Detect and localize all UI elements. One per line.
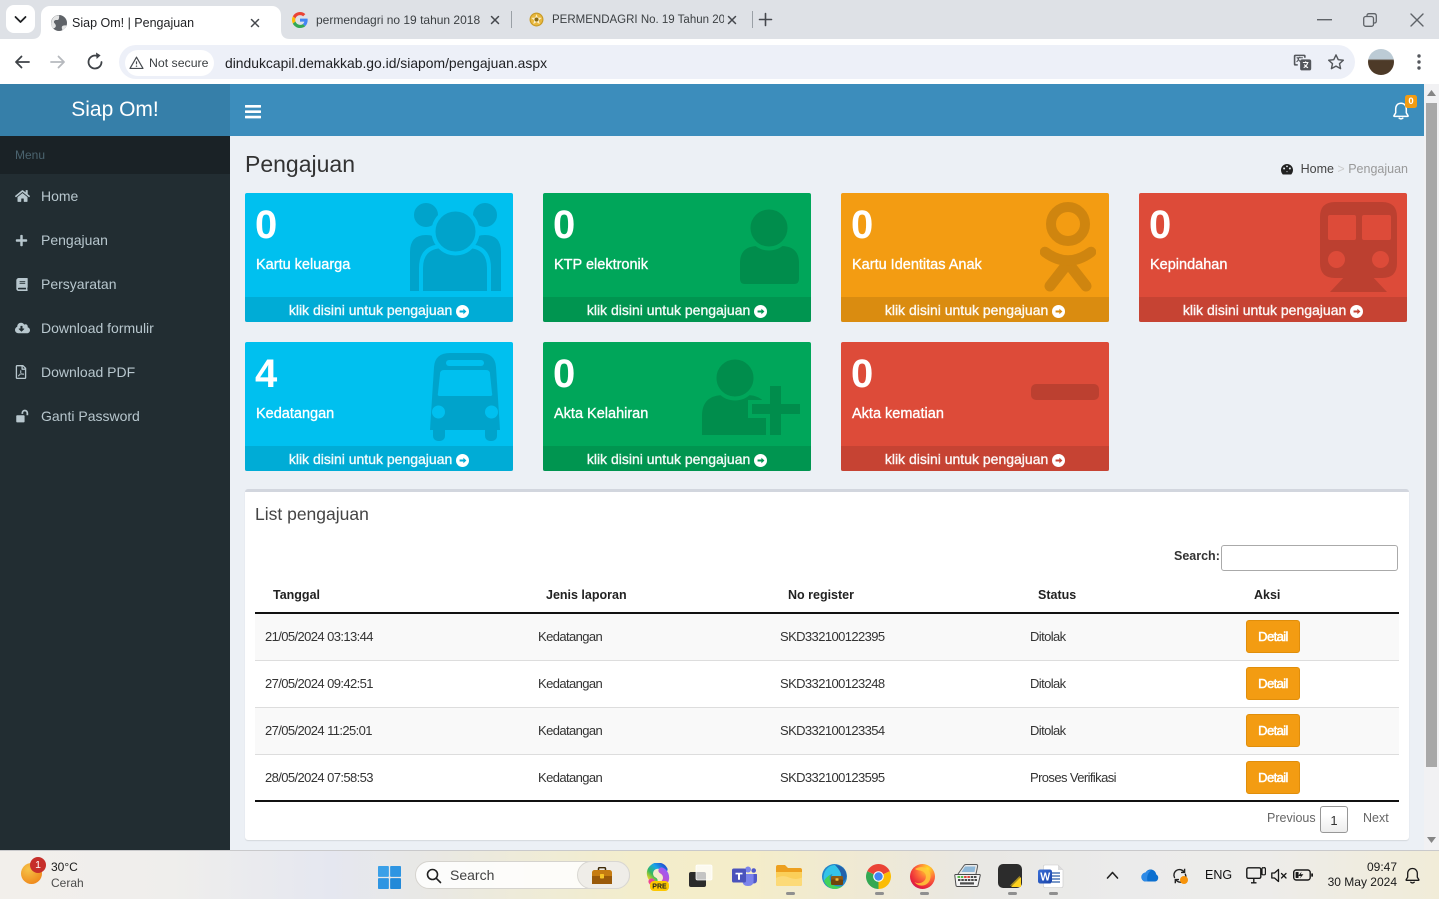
svg-text:PRE: PRE: [652, 884, 667, 891]
